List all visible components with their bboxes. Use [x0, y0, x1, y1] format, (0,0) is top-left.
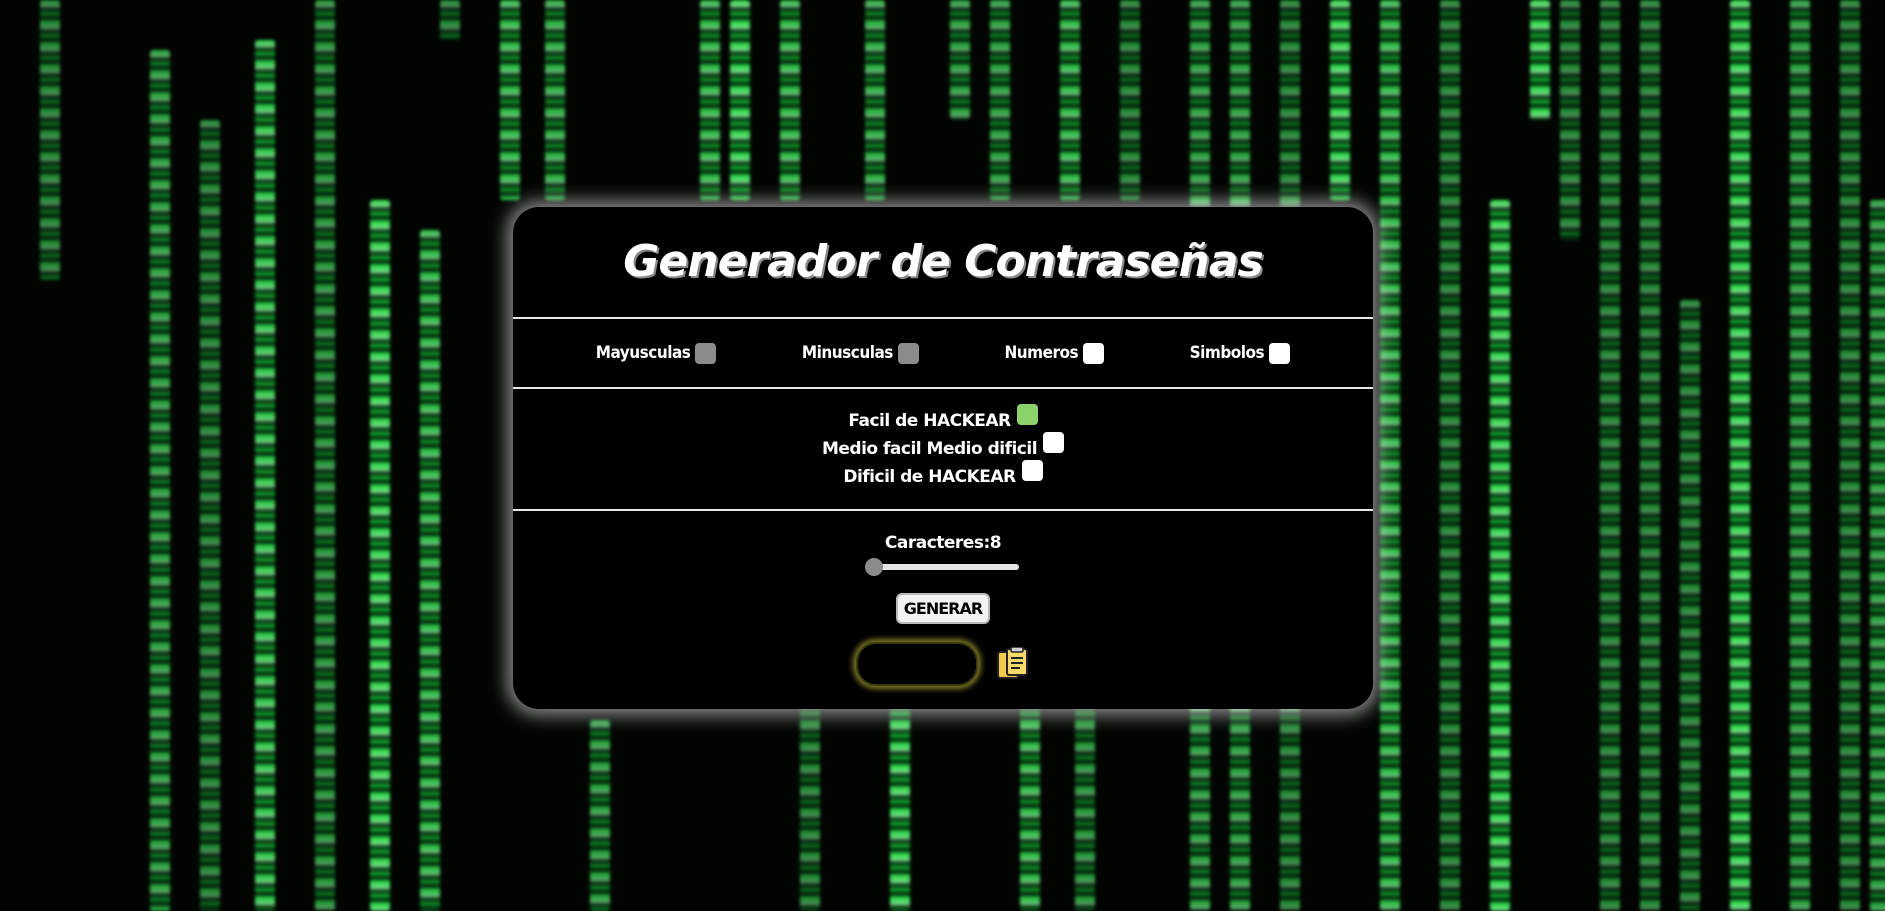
matrix-rain-column	[780, 0, 800, 200]
option-label: Minusculas	[801, 343, 893, 363]
password-generator-card: Generador de Contraseñas Mayusculas Minu…	[513, 207, 1373, 709]
character-count-label: Caracteres:8	[884, 533, 1002, 553]
password-output[interactable]	[856, 642, 978, 686]
generate-button[interactable]: GENERAR	[895, 593, 991, 624]
numeros-checkbox[interactable]	[1083, 342, 1105, 364]
matrix-rain-column	[1440, 0, 1460, 911]
matrix-rain-column	[1730, 0, 1750, 911]
matrix-rain-column	[40, 0, 60, 280]
difficulty-easy[interactable]: Facil de HACKEAR	[848, 403, 1038, 435]
hard-checkbox[interactable]	[1021, 459, 1043, 481]
easy-checkbox[interactable]	[1016, 403, 1038, 425]
matrix-rain-column	[990, 0, 1010, 200]
generate-section: Caracteres:8 GENERAR	[513, 511, 1373, 686]
matrix-rain-column	[1120, 0, 1140, 200]
matrix-rain-column	[440, 0, 460, 40]
matrix-rain-column	[1840, 0, 1860, 911]
length-slider[interactable]	[865, 557, 1019, 576]
matrix-rain-column	[1020, 700, 1040, 911]
matrix-rain-column	[545, 0, 565, 200]
option-label: Simbolos	[1189, 343, 1265, 363]
option-label: Mayusculas	[595, 343, 691, 363]
slider-track	[867, 564, 1019, 570]
matrix-rain-column	[200, 120, 220, 911]
matrix-rain-column	[150, 50, 170, 911]
option-minusculas[interactable]: Minusculas	[801, 342, 919, 364]
clipboard-copy-icon[interactable]	[996, 647, 1030, 681]
matrix-rain-column	[1680, 300, 1700, 911]
matrix-rain-column	[1530, 0, 1550, 120]
matrix-rain-column	[950, 0, 970, 120]
option-label: Numeros	[1004, 343, 1079, 363]
character-options: Mayusculas Minusculas Numeros Simbolos	[513, 319, 1373, 387]
difficulty-medium[interactable]: Medio facil Medio dificil	[821, 431, 1065, 463]
matrix-rain-column	[800, 700, 820, 911]
option-numeros[interactable]: Numeros	[1004, 342, 1105, 364]
difficulty-label: Medio facil Medio dificil	[821, 438, 1038, 459]
matrix-rain-column	[1560, 0, 1580, 240]
matrix-rain-column	[1380, 0, 1400, 911]
difficulty-label: Dificil de HACKEAR	[843, 466, 1016, 487]
matrix-rain-column	[1075, 700, 1095, 911]
matrix-rain-column	[590, 720, 610, 911]
matrix-rain-column	[420, 230, 440, 911]
difficulty-hard[interactable]: Dificil de HACKEAR	[843, 459, 1043, 491]
difficulty-options: Facil de HACKEAR Medio facil Medio dific…	[513, 389, 1373, 509]
matrix-rain-column	[315, 0, 335, 911]
matrix-rain-column	[865, 0, 885, 200]
minusculas-checkbox[interactable]	[897, 342, 919, 364]
matrix-rain-column	[700, 0, 720, 200]
option-simbolos[interactable]: Simbolos	[1189, 342, 1291, 364]
output-row	[513, 642, 1373, 686]
matrix-rain-column	[1640, 0, 1660, 911]
matrix-rain-column	[1330, 0, 1350, 200]
matrix-rain-column	[1790, 0, 1810, 911]
difficulty-label: Facil de HACKEAR	[848, 410, 1011, 431]
matrix-rain-column	[1600, 0, 1620, 911]
option-mayusculas[interactable]: Mayusculas	[595, 342, 717, 364]
slider-thumb[interactable]	[865, 558, 883, 576]
matrix-rain-column	[370, 200, 390, 911]
matrix-rain-column	[1490, 200, 1510, 911]
matrix-rain-column	[1060, 0, 1080, 200]
mayusculas-checkbox[interactable]	[695, 342, 717, 364]
matrix-rain-column	[890, 700, 910, 911]
matrix-rain-column	[500, 0, 520, 200]
simbolos-checkbox[interactable]	[1269, 342, 1291, 364]
page-title: Generador de Contraseñas	[623, 236, 1263, 287]
matrix-rain-column	[730, 0, 750, 200]
matrix-rain-column	[255, 40, 275, 911]
matrix-rain-column	[1870, 200, 1885, 911]
medium-checkbox[interactable]	[1043, 431, 1065, 453]
